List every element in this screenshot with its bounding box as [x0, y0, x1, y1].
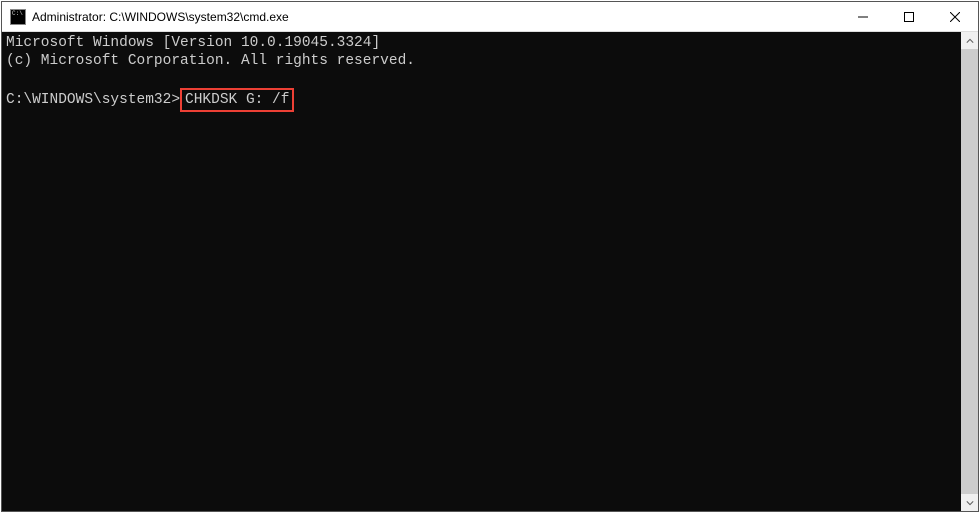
maximize-button[interactable]: [886, 2, 932, 31]
version-line: Microsoft Windows [Version 10.0.19045.33…: [6, 35, 380, 51]
prompt-text: C:\WINDOWS\system32>: [6, 92, 180, 108]
terminal-wrapper: Microsoft Windows [Version 10.0.19045.33…: [2, 32, 978, 511]
scrollbar-thumb[interactable]: [961, 49, 978, 494]
scroll-up-button[interactable]: [961, 32, 978, 49]
scroll-down-button[interactable]: [961, 494, 978, 511]
window-title: Administrator: C:\WINDOWS\system32\cmd.e…: [32, 10, 840, 24]
close-button[interactable]: [932, 2, 978, 31]
copyright-line: (c) Microsoft Corporation. All rights re…: [6, 53, 415, 69]
minimize-icon: [858, 12, 868, 22]
close-icon: [950, 12, 960, 22]
chevron-down-icon: [966, 499, 974, 507]
minimize-button[interactable]: [840, 2, 886, 31]
window-controls: [840, 2, 978, 31]
maximize-icon: [904, 12, 914, 22]
terminal-output[interactable]: Microsoft Windows [Version 10.0.19045.33…: [2, 32, 961, 511]
command-text: CHKDSK G: /f: [185, 92, 289, 108]
titlebar[interactable]: Administrator: C:\WINDOWS\system32\cmd.e…: [2, 2, 978, 32]
chevron-up-icon: [966, 37, 974, 45]
cmd-icon: [10, 9, 26, 25]
vertical-scrollbar[interactable]: [961, 32, 978, 511]
scrollbar-track[interactable]: [961, 49, 978, 494]
command-prompt-window: Administrator: C:\WINDOWS\system32\cmd.e…: [1, 1, 979, 512]
command-highlight: CHKDSK G: /f: [180, 88, 294, 112]
